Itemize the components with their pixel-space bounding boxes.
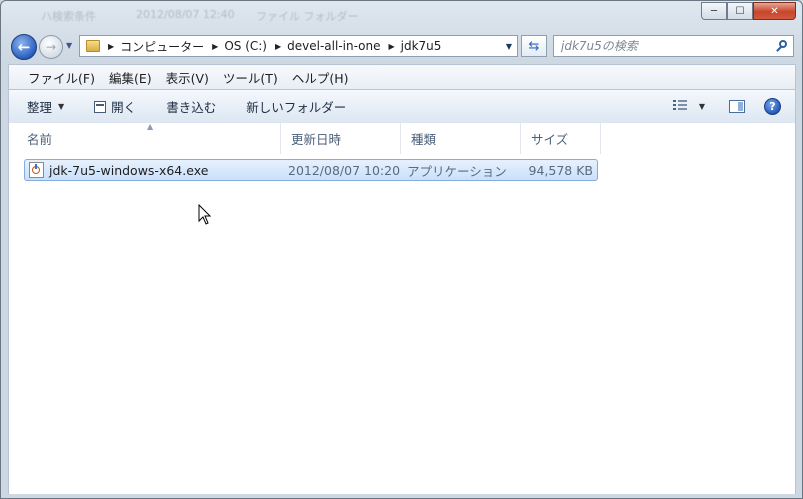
- file-type: アプリケーション: [407, 163, 507, 179]
- forward-button[interactable]: →: [39, 35, 63, 59]
- background-text: ファイル フォルダー: [256, 10, 359, 23]
- burn-label: 書き込む: [166, 100, 217, 115]
- new-folder-button[interactable]: 新しいフォルダー: [246, 97, 346, 116]
- mouse-cursor-icon: [198, 204, 212, 225]
- column-header-modified[interactable]: 更新日時: [281, 123, 401, 154]
- column-header-type[interactable]: 種類: [401, 123, 521, 154]
- view-options-icon[interactable]: [673, 100, 687, 112]
- menu-bar: ファイル(F) 編集(E) 表示(V) ツール(T) ヘルプ(H): [8, 64, 796, 90]
- caption-buttons: ─ ☐ ✕: [701, 2, 796, 21]
- burn-button[interactable]: 書き込む: [166, 97, 216, 116]
- background-text: 2012/08/07 12:40: [136, 8, 235, 21]
- breadcrumb-folder[interactable]: devel-all-in-one: [287, 39, 380, 53]
- folder-icon: [86, 40, 100, 52]
- recent-pages-dropdown[interactable]: ▼: [66, 41, 72, 50]
- file-list: ▲ 名前 更新日時 種類 サイズ jdk-7u5-windows-x64.exe…: [8, 122, 796, 494]
- menu-file[interactable]: ファイル(F): [21, 68, 102, 87]
- menu-edit[interactable]: 編集(E): [102, 68, 159, 87]
- column-header-name[interactable]: 名前: [17, 123, 281, 154]
- address-bar[interactable]: ▶ コンピューター ▶ OS (C:) ▶ devel-all-in-one ▶…: [79, 35, 518, 57]
- java-installer-icon: [29, 162, 44, 178]
- search-icon[interactable]: [776, 39, 789, 53]
- open-label: 開く: [111, 100, 137, 115]
- help-icon[interactable]: ?: [764, 98, 781, 115]
- refresh-button[interactable]: ⇆: [521, 35, 547, 57]
- refresh-icon: ⇆: [528, 38, 540, 54]
- search-box[interactable]: [553, 35, 794, 57]
- breadcrumb-separator-icon[interactable]: ▶: [212, 42, 218, 51]
- open-button[interactable]: 開く: [94, 97, 136, 116]
- file-name-cell: jdk-7u5-windows-x64.exe: [29, 160, 208, 180]
- back-arrow-icon: ←: [17, 38, 31, 56]
- address-dropdown-icon[interactable]: ▼: [506, 42, 512, 51]
- organize-button[interactable]: 整理 ▼: [27, 97, 64, 116]
- file-size: 94,578 KB: [528, 162, 593, 178]
- file-name: jdk-7u5-windows-x64.exe: [49, 162, 209, 178]
- new-folder-label: 新しいフォルダー: [246, 100, 347, 115]
- minimize-button[interactable]: ─: [701, 2, 727, 20]
- maximize-button[interactable]: ☐: [727, 2, 753, 20]
- back-button[interactable]: ←: [11, 34, 37, 60]
- menu-view[interactable]: 表示(V): [159, 68, 216, 87]
- file-row-selected[interactable]: jdk-7u5-windows-x64.exe 2012/08/07 10:20…: [24, 159, 598, 181]
- chevron-down-icon: ▼: [58, 102, 65, 111]
- breadcrumb-drive[interactable]: OS (C:): [224, 39, 267, 53]
- breadcrumb-separator-icon[interactable]: ▶: [388, 42, 394, 51]
- breadcrumb-current[interactable]: jdk7u5: [401, 39, 442, 53]
- open-icon: [94, 100, 107, 113]
- breadcrumb-separator-icon[interactable]: ▶: [108, 42, 114, 51]
- forward-arrow-icon: →: [45, 40, 57, 54]
- close-button[interactable]: ✕: [753, 2, 796, 20]
- background-text: ハ検索条件: [41, 10, 96, 23]
- column-header-size[interactable]: サイズ: [521, 123, 601, 154]
- menu-tools[interactable]: ツール(T): [216, 68, 285, 87]
- breadcrumb-computer[interactable]: コンピューター: [120, 38, 204, 55]
- explorer-window: ハ検索条件 2012/08/07 12:40 ファイル フォルダー ─ ☐ ✕ …: [0, 0, 803, 499]
- view-dropdown-icon[interactable]: ▼: [699, 102, 705, 111]
- command-bar: 整理 ▼ 開く 書き込む 新しいフォルダー ▼ ?: [8, 90, 796, 123]
- preview-pane-icon[interactable]: [729, 100, 745, 113]
- search-input[interactable]: [561, 39, 771, 53]
- breadcrumb-separator-icon[interactable]: ▶: [275, 42, 281, 51]
- menu-help[interactable]: ヘルプ(H): [285, 68, 356, 87]
- organize-label: 整理: [27, 100, 53, 115]
- file-modified: 2012/08/07 10:20: [288, 162, 401, 178]
